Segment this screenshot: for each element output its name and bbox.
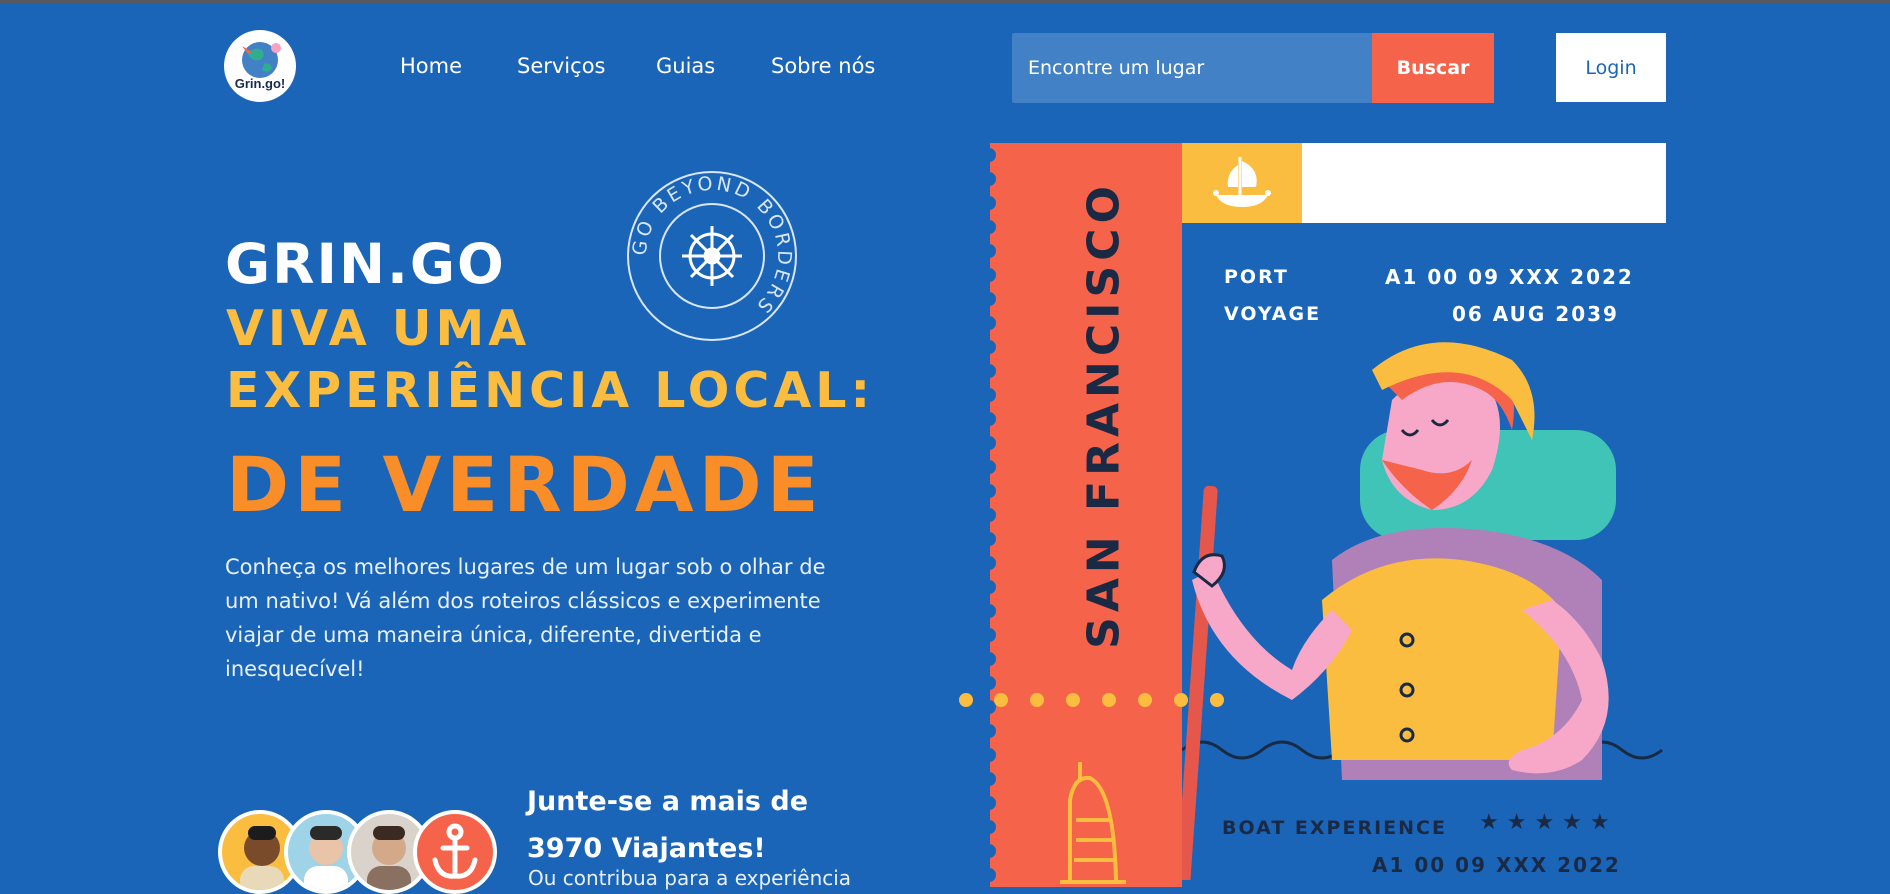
nav-home[interactable]: Home — [400, 54, 462, 78]
perforation-hole — [983, 868, 996, 882]
ship-wheel-icon — [682, 226, 742, 286]
login-button[interactable]: Login — [1556, 33, 1666, 102]
perforation-hole — [983, 604, 996, 618]
perforation-hole — [983, 412, 996, 426]
hero-headline: DE VERDADE — [226, 440, 824, 529]
anchor-avatar[interactable] — [413, 810, 497, 894]
ticket-perforations — [983, 148, 996, 882]
search-button[interactable]: Buscar — [1372, 33, 1494, 103]
voyage-value: 06 AUG 2039 — [1452, 302, 1619, 326]
hero-description: Conheça os melhores lugares de um lugar … — [225, 555, 826, 681]
ticket-dot — [1138, 693, 1152, 707]
perforation-hole — [983, 820, 996, 834]
perforation-hole — [983, 244, 996, 258]
perforation-hole — [983, 484, 996, 498]
perforation-hole — [983, 652, 996, 666]
burj-al-arab-icon — [1060, 762, 1126, 884]
ticket-dot — [1102, 693, 1116, 707]
join-title: Junte-se a mais de 3970 Viajantes! — [527, 786, 809, 864]
nav-sobre-nos[interactable]: Sobre nós — [771, 54, 875, 78]
perforation-hole — [983, 844, 996, 858]
ticket-code: A1 00 09 XXX 2022 — [1372, 853, 1621, 877]
ship-icon — [1213, 157, 1271, 207]
perforation-hole — [983, 628, 996, 642]
window-top-border — [0, 0, 1890, 4]
logo-text: Grin.go! — [234, 76, 286, 91]
nav-servicos[interactable]: Serviços — [517, 54, 605, 78]
perforation-hole — [983, 796, 996, 810]
perforation-hole — [983, 460, 996, 474]
perforation-hole — [983, 724, 996, 738]
perforation-hole — [983, 436, 996, 450]
perforation-hole — [983, 172, 996, 186]
join-subtitle: Ou contribua para a experiência — [528, 866, 852, 890]
nav-guias[interactable]: Guias — [656, 54, 715, 78]
perforation-hole — [983, 388, 996, 402]
perforation-hole — [983, 268, 996, 282]
boat-experience-label: BOAT EXPERIENCE — [1222, 817, 1447, 839]
perforation-hole — [983, 316, 996, 330]
perforation-hole — [983, 772, 996, 786]
ticket-dot — [994, 693, 1008, 707]
perforation-hole — [983, 148, 996, 162]
ticket-header-bar — [1302, 143, 1666, 223]
hero-line-2: EXPERIÊNCIA LOCAL: — [226, 362, 875, 419]
ticket-dot — [1030, 693, 1044, 707]
perforation-hole — [983, 508, 996, 522]
go-beyond-borders-stamp: GO BEYOND BORDERS — [627, 171, 797, 341]
perforation-hole — [983, 532, 996, 546]
perforation-hole — [983, 556, 996, 570]
perforation-hole — [983, 748, 996, 762]
search-input[interactable] — [1012, 33, 1372, 103]
voyage-label: VOYAGE — [1224, 303, 1322, 325]
ticket-city: SAN FRANCISCO — [1078, 181, 1130, 649]
logo[interactable]: Grin.go! — [224, 30, 296, 102]
ship-badge — [1182, 143, 1302, 223]
port-value: A1 00 09 XXX 2022 — [1385, 265, 1634, 289]
rating-stars: ★★★★★ — [1479, 810, 1618, 835]
perforation-hole — [983, 580, 996, 594]
hero-brand: GRIN.GO — [225, 232, 506, 296]
globe-icon — [242, 42, 281, 78]
ticket-dot — [1066, 693, 1080, 707]
perforation-hole — [983, 196, 996, 210]
perforation-hole — [983, 340, 996, 354]
anchor-icon — [432, 823, 478, 879]
hero-line-1: VIVA UMA — [226, 300, 531, 357]
perforation-hole — [983, 220, 996, 234]
perforation-hole — [983, 676, 996, 690]
port-label: PORT — [1224, 266, 1289, 288]
perforation-hole — [983, 292, 996, 306]
perforation-hole — [983, 364, 996, 378]
traveler-illustration — [1182, 342, 1663, 880]
ticket-dot — [959, 693, 973, 707]
